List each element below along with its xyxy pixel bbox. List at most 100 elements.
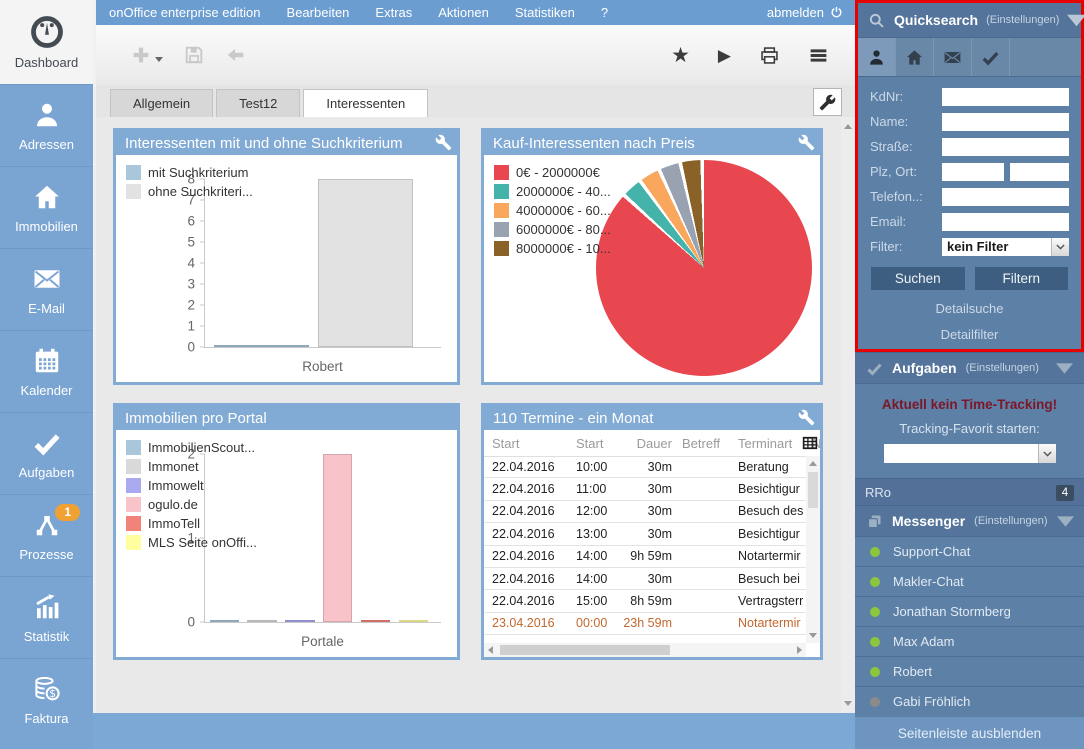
widget-header[interactable]: Interessenten mit und ohne Suchkriterium — [116, 131, 457, 155]
email-input[interactable] — [942, 213, 1069, 231]
quicksearch-tab-envelope[interactable] — [934, 38, 972, 76]
tab-allgemein[interactable]: Allgemein — [110, 89, 213, 117]
sidebar-item-faktura[interactable]: $Faktura — [0, 658, 93, 740]
save-button[interactable] — [183, 44, 205, 66]
menu-item-bearbeiten[interactable]: Bearbeiten — [274, 5, 363, 20]
collapse-caret-icon[interactable] — [1057, 513, 1074, 530]
play-button[interactable]: ▶ — [718, 45, 731, 66]
column-header-start[interactable]: Start — [492, 436, 576, 451]
user-task-row[interactable]: RRo 4 — [855, 478, 1084, 506]
collapse-caret-icon[interactable] — [1056, 360, 1073, 377]
widget-header[interactable]: Kauf-Interessenten nach Preis — [484, 131, 820, 155]
field-label: Email: — [870, 214, 942, 229]
messenger-contact-support-chat[interactable]: Support-Chat — [855, 537, 1084, 566]
quicksearch-tab-person[interactable] — [858, 38, 896, 76]
scroll-up-arrow-icon[interactable] — [809, 461, 817, 466]
kdnr-input[interactable] — [942, 88, 1069, 106]
sidebar-item-dashboard[interactable]: Dashboard — [0, 0, 93, 84]
table-row[interactable]: 22.04.201611:0030mBesichtigur — [484, 478, 806, 500]
menu-item-item[interactable]: ? — [588, 5, 621, 20]
sidebar-item-prozesse[interactable]: Prozesse1 — [0, 494, 93, 576]
filter-select[interactable]: kein Filter — [942, 238, 1069, 256]
scroll-left-arrow-icon[interactable] — [488, 646, 493, 654]
print-button[interactable] — [759, 45, 780, 66]
aufgaben-title: Aufgaben — [892, 360, 957, 376]
table-horizontal-scrollbar[interactable] — [484, 643, 806, 657]
detailsuche-link[interactable]: Detailsuche — [858, 301, 1081, 316]
collapse-caret-icon[interactable] — [1067, 11, 1084, 30]
messenger-contact-makler-chat[interactable]: Makler-Chat — [855, 566, 1084, 596]
sidebar-item-e-mail[interactable]: E-Mail — [0, 248, 93, 330]
ort-input[interactable] — [1010, 163, 1069, 181]
content-scrollbar[interactable] — [841, 117, 855, 713]
aufgaben-settings-link[interactable]: (Einstellungen) — [966, 362, 1039, 374]
name-input[interactable] — [942, 113, 1069, 131]
cell-dauer: 9h 59m — [622, 549, 682, 563]
favorite-star-button[interactable]: ★ — [671, 45, 690, 66]
quicksearch-header[interactable]: Quicksearch (Einstellungen) — [858, 3, 1081, 38]
messenger-contact-max-adam[interactable]: Max Adam — [855, 626, 1084, 656]
menu-item-extras[interactable]: Extras — [362, 5, 425, 20]
messenger-contact-gabi-fr-hlich[interactable]: Gabi Fröhlich — [855, 686, 1084, 716]
table-rows: 22.04.201610:0030mBeratung22.04.201611:0… — [484, 456, 806, 643]
table-row[interactable]: 22.04.201614:009h 59mNotartermir — [484, 546, 806, 568]
widget-interessenten-suchkriterium: Interessenten mit und ohne Suchkriterium… — [113, 128, 460, 385]
plz-input[interactable] — [942, 163, 1004, 181]
widget-settings-wrench-icon[interactable] — [798, 134, 815, 151]
back-button[interactable] — [225, 44, 247, 66]
table-row[interactable]: 22.04.201610:0030mBeratung — [484, 456, 806, 478]
column-header-betreff[interactable]: Betreff — [682, 436, 738, 451]
widget-header[interactable]: Immobilien pro Portal — [116, 406, 457, 430]
tab-interessenten[interactable]: Interessenten — [303, 89, 428, 117]
menu-item-aktionen[interactable]: Aktionen — [425, 5, 502, 20]
sidebar-item-adressen[interactable]: Adressen — [0, 84, 93, 166]
tab-test12[interactable]: Test12 — [216, 89, 300, 117]
scrollbar-thumb[interactable] — [500, 645, 670, 655]
legend-label: 0€ - 2000000€ — [516, 165, 600, 180]
filtern-button[interactable]: Filtern — [975, 267, 1069, 290]
telefon-input[interactable] — [942, 188, 1069, 206]
scroll-down-arrow-icon[interactable] — [844, 701, 852, 706]
widget-settings-wrench-icon[interactable] — [798, 409, 815, 426]
widget-header[interactable]: 110 Termine - ein Monat — [484, 406, 820, 430]
messenger-header[interactable]: Messenger (Einstellungen) — [855, 505, 1084, 537]
messenger-contact-jonathan-stormberg[interactable]: Jonathan Stormberg — [855, 596, 1084, 626]
table-row[interactable]: 23.04.201600:0023h 59mNotartermir — [484, 613, 806, 635]
scroll-down-arrow-icon[interactable] — [809, 633, 817, 638]
logout-button[interactable]: abmelden — [767, 5, 855, 20]
sidebar-item-kalender[interactable]: Kalender — [0, 330, 93, 412]
aufgaben-header[interactable]: Aufgaben (Einstellungen) — [855, 352, 1084, 384]
table-row[interactable]: 22.04.201615:008h 59mVertragsterr — [484, 590, 806, 612]
menu-item-onoffice-enterprise-edition[interactable]: onOffice enterprise edition — [96, 5, 274, 20]
scroll-right-arrow-icon[interactable] — [797, 646, 802, 654]
suchen-button[interactable]: Suchen — [871, 267, 965, 290]
sidebar-item-statistik[interactable]: Statistik — [0, 576, 93, 658]
menu-list-button[interactable] — [808, 45, 829, 66]
quicksearch-settings-link[interactable]: (Einstellungen) — [986, 14, 1059, 26]
column-header-start[interactable]: Start — [576, 436, 622, 451]
hide-sidebar-button[interactable]: Seitenleiste ausblenden — [855, 717, 1084, 749]
tracking-favorit-select[interactable] — [884, 444, 1056, 463]
field-label: KdNr: — [870, 89, 942, 104]
quicksearch-tab-house[interactable] — [896, 38, 934, 76]
messenger-contact-robert[interactable]: Robert — [855, 656, 1084, 686]
table-row[interactable]: 22.04.201612:0030mBesuch des — [484, 501, 806, 523]
legend-swatch — [494, 203, 509, 218]
scrollbar-thumb[interactable] — [808, 472, 818, 508]
sidebar-item-immobilien[interactable]: Immobilien — [0, 166, 93, 248]
add-record-button[interactable] — [130, 44, 163, 66]
tab-settings-button[interactable] — [813, 88, 842, 116]
column-header-dauer[interactable]: Dauer — [622, 436, 682, 451]
table-vertical-scrollbar[interactable] — [806, 456, 820, 643]
scroll-up-arrow-icon[interactable] — [844, 124, 852, 129]
quicksearch-tab-check[interactable] — [972, 38, 1010, 76]
table-row[interactable]: 22.04.201613:0030mBesichtigur — [484, 523, 806, 545]
stra-e-input[interactable] — [942, 138, 1069, 156]
sidebar-item-aufgaben[interactable]: Aufgaben — [0, 412, 93, 494]
messenger-settings-link[interactable]: (Einstellungen) — [974, 515, 1047, 527]
widget-settings-wrench-icon[interactable] — [435, 134, 452, 151]
table-grid-icon[interactable] — [801, 434, 819, 452]
detailfilter-link[interactable]: Detailfilter — [858, 327, 1081, 342]
table-row[interactable]: 22.04.201614:0030mBesuch bei — [484, 568, 806, 590]
menu-item-statistiken[interactable]: Statistiken — [502, 5, 588, 20]
